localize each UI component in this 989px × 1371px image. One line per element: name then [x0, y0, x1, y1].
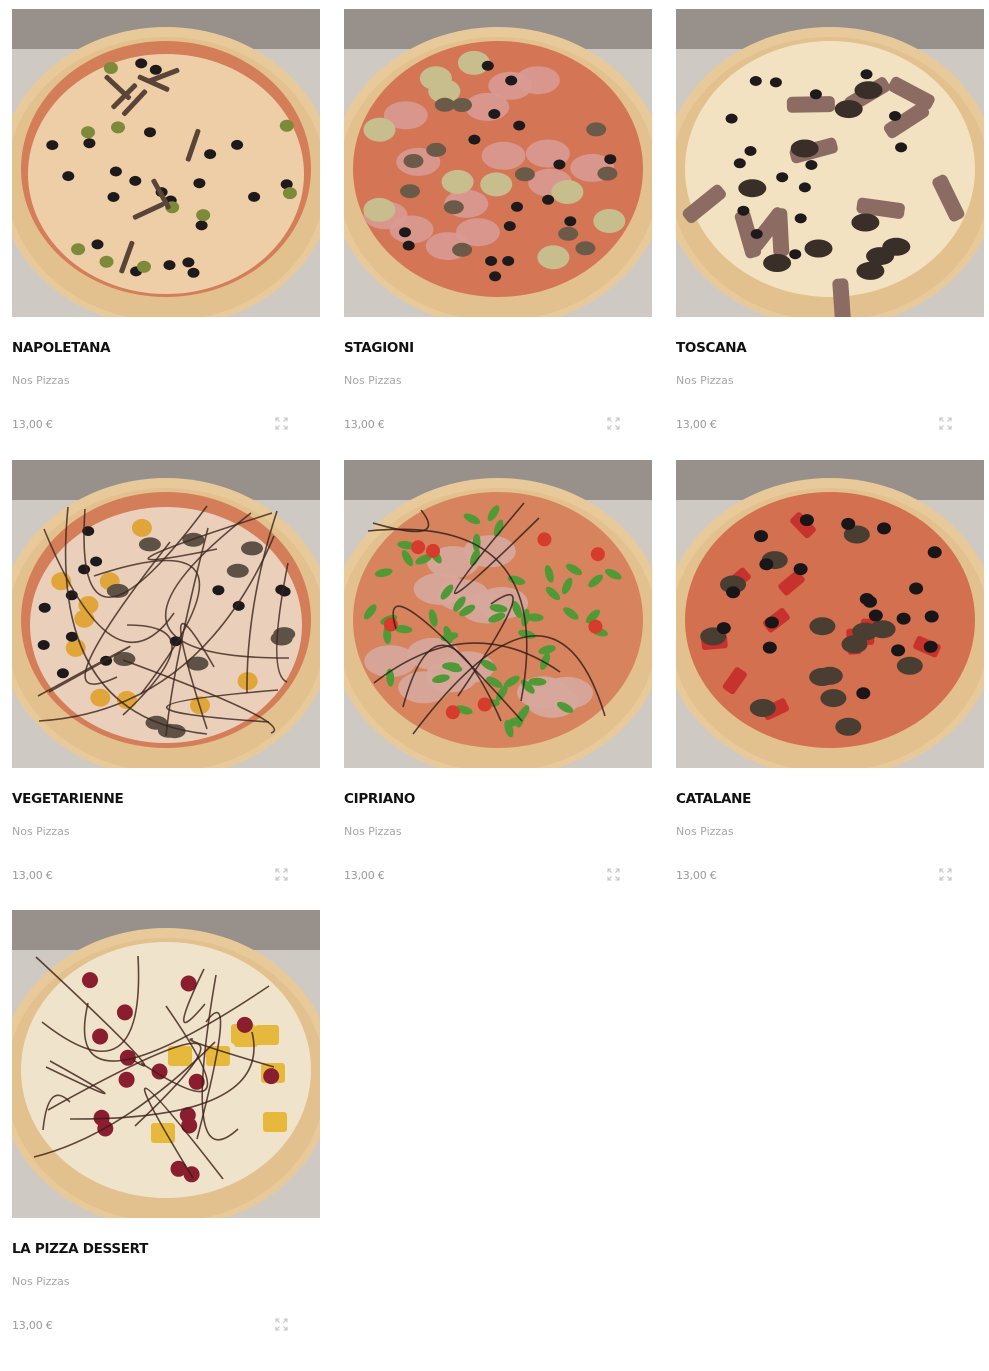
pizza-photo — [344, 9, 652, 317]
expand-icon[interactable] — [939, 417, 952, 430]
product-category[interactable]: Nos Pizzas — [676, 825, 734, 838]
expand-icon[interactable] — [607, 868, 620, 881]
product-price: 13,00 € — [344, 418, 385, 431]
product-card-la-pizza-dessert: LA PIZZA DESSERT Nos Pizzas 13,00 € — [12, 910, 320, 1350]
product-card-napoletana: NAPOLETANA Nos Pizzas 13,00 € — [12, 9, 320, 449]
product-price: 13,00 € — [344, 869, 385, 882]
product-category[interactable]: Nos Pizzas — [12, 374, 70, 387]
product-category[interactable]: Nos Pizzas — [12, 1275, 70, 1288]
pizza-photo — [12, 460, 320, 768]
product-price: 13,00 € — [676, 869, 717, 882]
product-category[interactable]: Nos Pizzas — [676, 374, 734, 387]
product-image[interactable] — [676, 9, 984, 317]
expand-icon[interactable] — [275, 868, 288, 881]
product-title[interactable]: CIPRIANO — [344, 791, 415, 807]
product-category[interactable]: Nos Pizzas — [344, 825, 402, 838]
expand-icon[interactable] — [607, 417, 620, 430]
expand-icon[interactable] — [939, 868, 952, 881]
product-price: 13,00 € — [12, 869, 53, 882]
product-card-vegetarienne: VEGETARIENNE Nos Pizzas 13,00 € — [12, 460, 320, 900]
product-price: 13,00 € — [676, 418, 717, 431]
expand-icon[interactable] — [275, 417, 288, 430]
pizza-photo — [12, 9, 320, 317]
pizza-photo — [676, 460, 984, 768]
expand-icon[interactable] — [275, 1318, 288, 1331]
product-image[interactable] — [12, 9, 320, 317]
product-title[interactable]: LA PIZZA DESSERT — [12, 1241, 148, 1257]
pizza-photo — [344, 460, 652, 768]
pizza-photo — [676, 9, 984, 317]
product-title[interactable]: VEGETARIENNE — [12, 791, 124, 807]
product-card-cipriano: CIPRIANO Nos Pizzas 13,00 € — [344, 460, 652, 900]
product-category[interactable]: Nos Pizzas — [12, 825, 70, 838]
pizza-photo — [12, 910, 320, 1218]
product-title[interactable]: NAPOLETANA — [12, 340, 111, 356]
product-card-stagioni: STAGIONI Nos Pizzas 13,00 € — [344, 9, 652, 449]
product-image[interactable] — [676, 460, 984, 768]
product-title[interactable]: STAGIONI — [344, 340, 414, 356]
product-price: 13,00 € — [12, 1319, 53, 1332]
product-image[interactable] — [12, 910, 320, 1218]
product-image[interactable] — [344, 9, 652, 317]
product-price: 13,00 € — [12, 418, 53, 431]
product-image[interactable] — [344, 460, 652, 768]
product-category[interactable]: Nos Pizzas — [344, 374, 402, 387]
product-image[interactable] — [12, 460, 320, 768]
product-grid: NAPOLETANA Nos Pizzas 13,00 € STAGIONI N… — [0, 0, 989, 1371]
product-title[interactable]: TOSCANA — [676, 340, 747, 356]
product-card-toscana: TOSCANA Nos Pizzas 13,00 € — [676, 9, 984, 449]
product-card-catalane: CATALANE Nos Pizzas 13,00 € — [676, 460, 984, 900]
product-title[interactable]: CATALANE — [676, 791, 751, 807]
